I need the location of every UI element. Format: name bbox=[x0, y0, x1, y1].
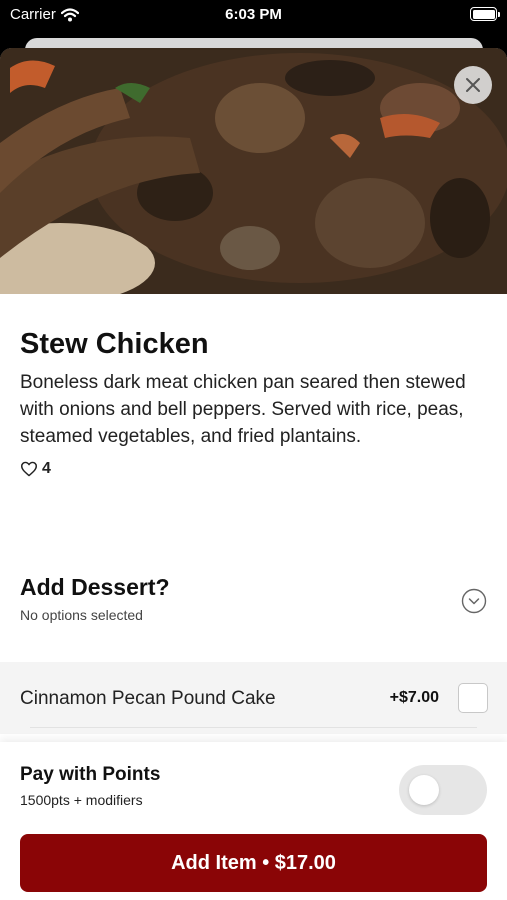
item-title: Stew Chicken bbox=[20, 328, 209, 360]
battery-icon bbox=[470, 7, 500, 21]
status-time: 6:03 PM bbox=[225, 6, 282, 23]
dessert-option-row[interactable]: Cinnamon Pecan Pound Cake +$7.00 bbox=[0, 662, 507, 734]
divider bbox=[30, 727, 477, 728]
like-button[interactable]: 4 bbox=[20, 460, 487, 478]
checkout-footer: Pay with Points 1500pts + modifiers Add … bbox=[0, 742, 507, 900]
close-icon bbox=[466, 78, 480, 92]
option-checkbox[interactable] bbox=[458, 683, 488, 713]
food-photo bbox=[0, 48, 507, 294]
chevron-down-circle-icon[interactable] bbox=[461, 588, 487, 614]
heart-outline-icon bbox=[21, 461, 37, 477]
option-price: +$7.00 bbox=[389, 689, 439, 706]
like-count: 4 bbox=[42, 460, 51, 477]
close-button[interactable] bbox=[454, 66, 492, 104]
points-title: Pay with Points bbox=[20, 764, 161, 785]
toggle-knob bbox=[409, 775, 439, 805]
add-item-label: Add Item • $17.00 bbox=[171, 851, 336, 874]
item-detail-sheet: Stew Chicken Boneless dark meat chicken … bbox=[0, 48, 507, 900]
points-toggle[interactable] bbox=[399, 765, 487, 815]
points-subtitle: 1500pts + modifiers bbox=[20, 792, 143, 808]
dessert-section-header[interactable]: Add Dessert? No options selected bbox=[20, 572, 487, 632]
add-item-button[interactable]: Add Item • $17.00 bbox=[20, 834, 487, 892]
item-description: Boneless dark meat chicken pan seared th… bbox=[20, 372, 466, 447]
status-bar: Carrier 6:03 PM bbox=[0, 0, 507, 30]
dessert-subtitle: No options selected bbox=[20, 607, 143, 623]
item-info: Stew Chicken Boneless dark meat chicken … bbox=[20, 326, 487, 478]
option-name: Cinnamon Pecan Pound Cake bbox=[20, 688, 276, 709]
dessert-title: Add Dessert? bbox=[20, 574, 170, 600]
